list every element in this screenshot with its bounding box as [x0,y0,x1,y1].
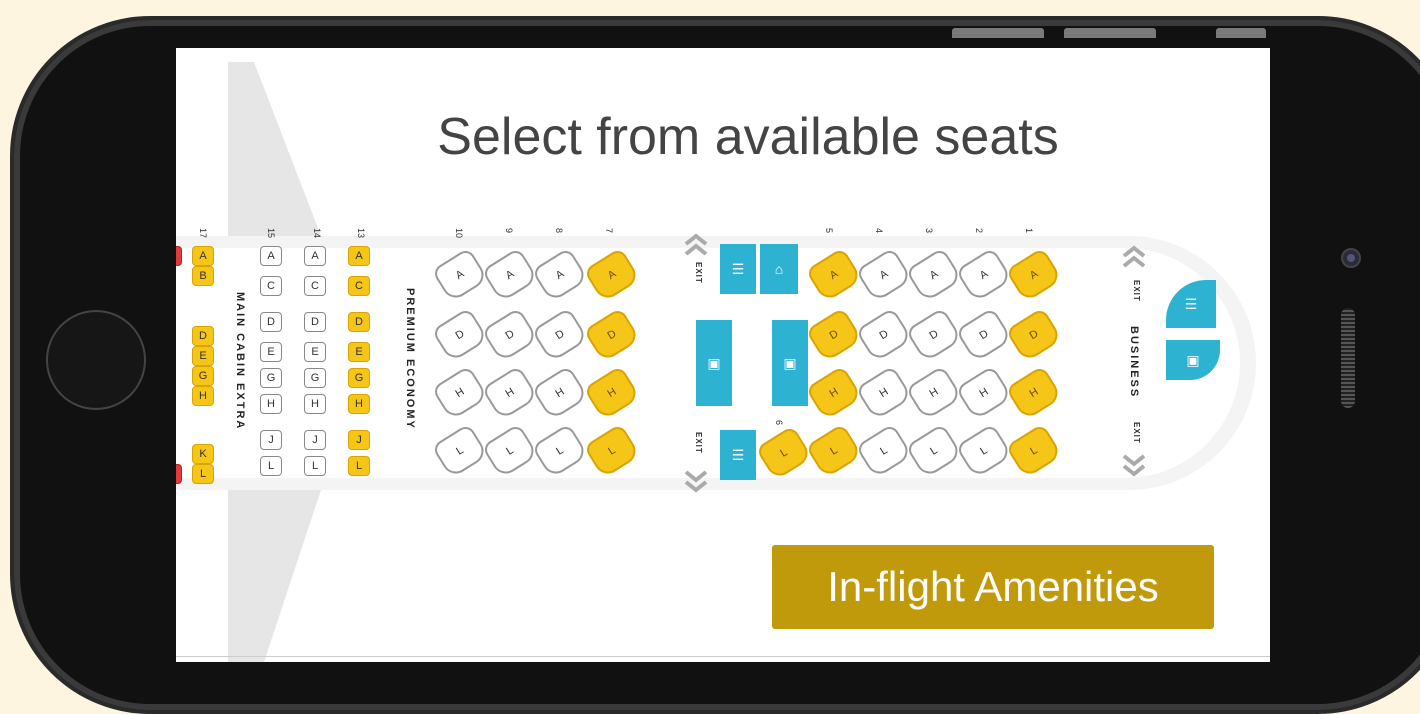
seat-14H[interactable]: H [304,394,326,414]
exit-arrow-icon [1122,454,1146,477]
seat-14C[interactable]: C [304,276,326,296]
seat-13D[interactable]: D [348,312,370,332]
seat-14E[interactable]: E [304,342,326,362]
seat-17A[interactable]: A [192,246,214,266]
bottom-tab-bar [176,656,1270,662]
seat-14J[interactable]: J [304,430,326,450]
row-number-13: 13 [356,228,366,239]
seat-13C[interactable]: C [348,276,370,296]
seat-17B[interactable]: B [192,266,214,286]
row-number-14: 14 [312,228,322,239]
row-number-3: 3 [924,228,934,234]
exit-label: EXIT [1132,280,1141,302]
seat-17H[interactable]: H [192,386,214,406]
page-title: Select from available seats [437,107,1059,166]
seat-13H[interactable]: H [348,394,370,414]
galley-icon: ▣ [772,320,808,406]
business-label: BUSINESS [1128,326,1140,399]
seat-13G[interactable]: G [348,368,370,388]
seat-15D[interactable]: D [260,312,282,332]
volume-down-button [1064,28,1156,38]
row-number-4: 4 [874,228,884,234]
galley-icon: ▣ [696,320,732,406]
row-number-17: 17 [198,228,208,239]
seat-15A[interactable]: A [260,246,282,266]
seat-14A[interactable]: A [304,246,326,266]
closet-hanger-icon: ⌂ [760,244,798,294]
lavatory-icon: ☰ [720,430,756,480]
exit-label: EXIT [1132,422,1141,444]
seat-13E[interactable]: E [348,342,370,362]
seat-17E[interactable]: E [192,346,214,366]
seat-15C[interactable]: C [260,276,282,296]
row-number-5: 5 [824,228,834,234]
exit-label: EXIT [694,432,703,454]
main-cabin-extra-label: MAIN CABIN EXTRA [234,292,246,431]
seat-17K[interactable]: K [192,444,214,464]
seat-14G[interactable]: G [304,368,326,388]
seat-unavailable [176,464,182,484]
seat-15H[interactable]: H [260,394,282,414]
row-number-15: 15 [266,228,276,239]
row-number-6: 6 [774,420,784,426]
seat-15L[interactable]: L [260,456,282,476]
inflight-amenities-button[interactable]: In-flight Amenities [772,545,1214,629]
row-number-8: 8 [554,228,564,234]
exit-arrow-icon [1122,245,1146,268]
seat-17G[interactable]: G [192,366,214,386]
row-number-2: 2 [974,228,984,234]
volume-up-button [952,28,1044,38]
app-screen: Select from available seats MAIN CABIN E… [176,48,1270,662]
seat-15E[interactable]: E [260,342,282,362]
seat-13L[interactable]: L [348,456,370,476]
seat-15G[interactable]: G [260,368,282,388]
front-camera [1341,248,1361,268]
seat-13J[interactable]: J [348,430,370,450]
premium-economy-label: PREMIUM ECONOMY [404,288,416,430]
seat-14D[interactable]: D [304,312,326,332]
seat-13A[interactable]: A [348,246,370,266]
seat-unavailable [176,246,182,266]
row-number-7: 7 [604,228,614,234]
speaker-grille [1341,308,1355,408]
row-number-10: 10 [454,228,464,239]
exit-arrow-icon [684,233,708,256]
seat-17D[interactable]: D [192,326,214,346]
row-number-9: 9 [504,228,514,234]
seat-14L[interactable]: L [304,456,326,476]
home-button[interactable] [46,310,146,410]
seat-15J[interactable]: J [260,430,282,450]
exit-arrow-icon [684,470,708,493]
row-number-1: 1 [1024,228,1034,234]
lavatory-icon: ☰ [720,244,756,294]
power-button [1216,28,1266,38]
seat-17L[interactable]: L [192,464,214,484]
exit-label: EXIT [694,262,703,284]
